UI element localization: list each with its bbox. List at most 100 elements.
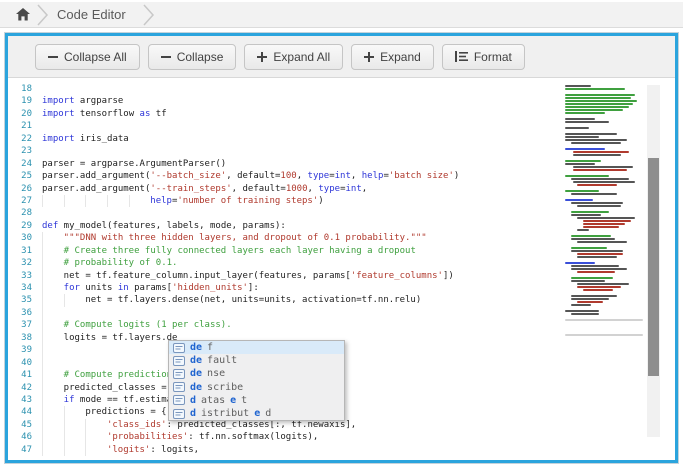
code-token: # Create three fully connected layers ea…: [64, 246, 416, 256]
autocomplete-item[interactable]: dense: [169, 367, 344, 380]
minimap-row: [571, 211, 609, 213]
line-number: 23: [8, 145, 42, 157]
minimap-row: [565, 88, 625, 90]
line-number: 24: [8, 158, 42, 170]
indent-guide: [64, 431, 86, 443]
autocomplete-text: f: [207, 342, 213, 353]
autocomplete-text: de: [190, 382, 202, 393]
minimap-row: [565, 136, 599, 138]
home-icon: [16, 8, 30, 21]
editor-toolbar: Collapse All Collapse Expand All Expand: [8, 36, 675, 78]
line-content: # probability of 0.1.: [42, 257, 177, 269]
expand-button[interactable]: Expand: [351, 44, 434, 70]
line-content: for units in params['hidden_units']:: [42, 282, 259, 294]
editor-scrollbar[interactable]: [647, 85, 660, 437]
autocomplete-text: atas: [201, 395, 225, 406]
button-label: Format: [474, 50, 512, 64]
breadcrumb-current[interactable]: Code Editor: [49, 7, 142, 22]
code-token: : predicted_classes[:, tf.newaxis],: [167, 420, 357, 430]
minimap-row: [577, 217, 635, 219]
minimap-row: [565, 85, 591, 87]
minimap-row: [571, 214, 601, 216]
indent-guide: [107, 195, 129, 207]
indent-guide: [64, 444, 86, 456]
autocomplete-item[interactable]: describe: [169, 381, 344, 394]
line-content: net = tf.feature_column.input_layer(feat…: [42, 270, 454, 282]
breadcrumb-home[interactable]: [10, 2, 36, 28]
snippet-icon: [173, 394, 185, 406]
line-number: 20: [8, 108, 42, 120]
code-token: # Compute logits (1 per class).: [64, 320, 232, 330]
code-token: parser.add_argument(: [42, 184, 150, 194]
line-content: predictions = {: [42, 406, 167, 418]
line-number: 33: [8, 270, 42, 282]
snippet-icon: [173, 408, 185, 420]
minimap-row: [583, 289, 613, 291]
indent-guide: [42, 332, 64, 344]
minimap-row: [577, 283, 629, 285]
minimap-row: [565, 133, 617, 135]
code-token: : logits,: [150, 445, 199, 455]
code-token: tensorflow: [75, 109, 140, 119]
minimap-row: [565, 199, 593, 201]
code-line[interactable]: 46'probabilities': tf.nn.softmax(logits)…: [8, 431, 675, 443]
minimap-row: [571, 298, 609, 300]
code-editor-surface[interactable]: 1819import argparse20import tensorflow a…: [8, 78, 675, 460]
code-token: 'hidden_units': [172, 283, 248, 293]
code-token: predictions = {: [85, 407, 166, 417]
expand-all-button[interactable]: Expand All: [244, 44, 343, 70]
minimap-row: [571, 295, 617, 297]
collapse-button[interactable]: Collapse: [148, 44, 237, 70]
indent-guide: [85, 431, 107, 443]
minimap-row: [573, 169, 627, 171]
autocomplete-text: e: [230, 395, 236, 406]
autocomplete-item[interactable]: dataset: [169, 394, 344, 407]
indent-guide: [85, 419, 107, 431]
line-number: 47: [8, 444, 42, 456]
line-number: 28: [8, 207, 42, 219]
breadcrumb-separator-icon: [142, 2, 155, 28]
line-content: import tensorflow as tf: [42, 108, 167, 120]
code-token: import: [42, 134, 75, 144]
indent-guide: [42, 282, 64, 294]
autocomplete-item[interactable]: default: [169, 354, 344, 367]
minimap-row: [571, 247, 607, 249]
line-content: [42, 357, 64, 369]
scrollbar-thumb[interactable]: [648, 158, 659, 376]
code-token: import: [42, 96, 75, 106]
minimap-row: [565, 262, 595, 264]
code-token: int: [345, 184, 361, 194]
autocomplete-item[interactable]: def: [169, 341, 344, 354]
minimap[interactable]: [565, 85, 645, 337]
indent-guide: [42, 270, 64, 282]
minimap-row: [573, 154, 621, 156]
minimap-row: [565, 160, 601, 162]
line-content: 'logits': logits,: [42, 444, 199, 456]
line-number: 39: [8, 344, 42, 356]
indent-guide: [129, 195, 151, 207]
indent-guide: [42, 444, 64, 456]
line-number: 18: [8, 83, 42, 95]
autocomplete-text: d: [190, 408, 196, 419]
code-line[interactable]: 47'logits': logits,: [8, 444, 675, 456]
line-number: 43: [8, 394, 42, 406]
minimap-row: [577, 271, 615, 273]
code-token: net = tf.feature_column.input_layer(feat…: [64, 271, 351, 281]
code-token: parser.add_argument(: [42, 171, 150, 181]
minimap-row: [565, 319, 643, 321]
minimap-row: [577, 256, 617, 258]
code-token: ,: [308, 184, 319, 194]
code-token: 'number of training steps': [177, 196, 318, 206]
autocomplete-text: istribut: [201, 408, 249, 419]
code-token: , default=: [226, 171, 280, 181]
code-token: ]:: [248, 283, 259, 293]
line-content: logits = tf.layers.de: [42, 332, 177, 344]
line-number: 30: [8, 232, 42, 244]
line-content: net = tf.layers.dense(net, units=units, …: [42, 294, 421, 306]
collapse-all-button[interactable]: Collapse All: [35, 44, 140, 70]
line-content: [42, 344, 64, 356]
autocomplete-item[interactable]: distributed: [169, 407, 344, 420]
minimap-row: [573, 181, 635, 183]
line-number: 21: [8, 120, 42, 132]
format-button[interactable]: Format: [442, 44, 525, 70]
